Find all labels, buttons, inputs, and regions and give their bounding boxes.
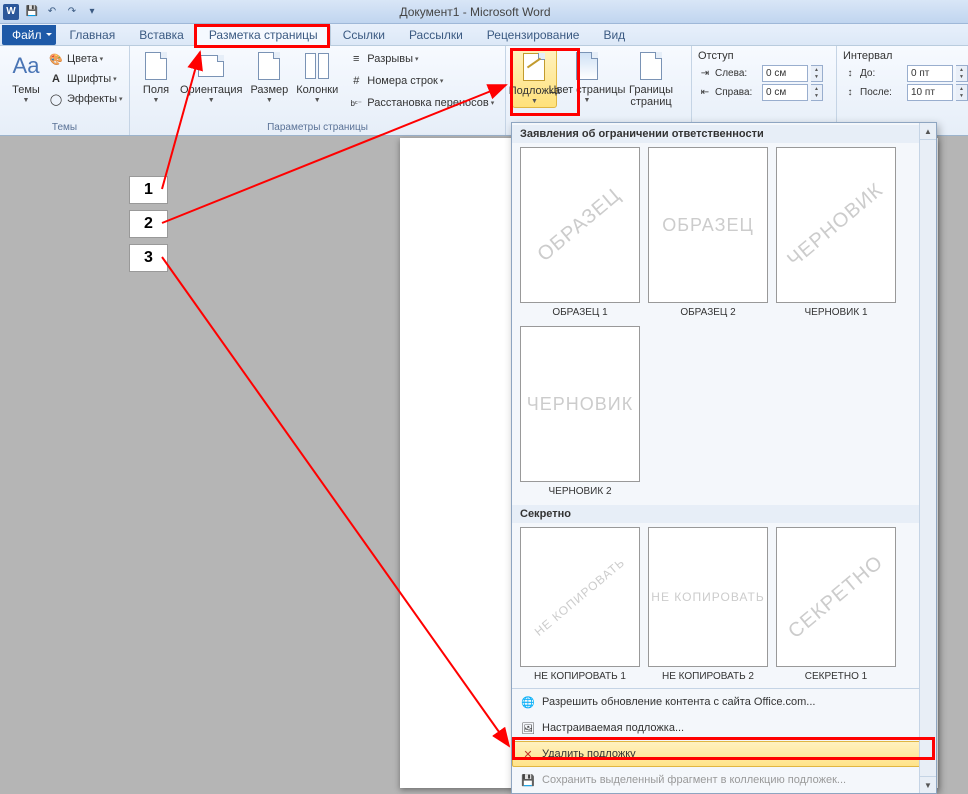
watermark-option[interactable]: ОБРАЗЕЦОБРАЗЕЦ 1 [520, 147, 640, 318]
hyphenation-icon: bᶜ⁻ [348, 95, 364, 111]
size-icon [258, 52, 280, 80]
gallery-footer: 🌐 Разрешить обновление контента с сайта … [512, 688, 936, 793]
themes-icon: Aa [10, 50, 42, 82]
watermark-option[interactable]: НЕ КОПИРОВАТЬНЕ КОПИРОВАТЬ 2 [648, 527, 768, 682]
save-icon[interactable]: 💾 [23, 3, 41, 21]
word-icon: W [3, 4, 19, 20]
indent-right-label: Справа: [715, 87, 759, 98]
columns-icon [305, 53, 329, 79]
globe-icon: 🌐 [520, 694, 536, 710]
group-page-setup-title: Параметры страницы [136, 121, 499, 134]
line-numbers-icon: # [348, 73, 364, 89]
titlebar: W 💾 ↶ ↷ ▾ Документ1 - Microsoft Word [0, 0, 968, 24]
tab-file[interactable]: Файл [2, 25, 56, 45]
spacing-before-icon: ↕ [843, 68, 857, 79]
group-themes-title: Темы [6, 121, 123, 134]
effects-icon: ◯ [48, 91, 64, 107]
scroll-up-icon[interactable]: ▲ [920, 123, 936, 140]
save-watermark-selection: 💾 Сохранить выделенный фрагмент в коллек… [512, 767, 936, 793]
group-themes: Aa Темы ▼ 🎨Цвета▾ AШрифты▾ ◯Эффекты▾ Тем… [0, 46, 130, 135]
gallery-section-disclaimers: Заявления об ограничении ответственности [512, 125, 936, 143]
watermark-option[interactable]: ОБРАЗЕЦОБРАЗЕЦ 2 [648, 147, 768, 318]
enable-office-updates[interactable]: 🌐 Разрешить обновление контента с сайта … [512, 689, 936, 715]
themes-button[interactable]: Aa Темы ▼ [6, 48, 46, 106]
spacing-before-value[interactable]: 0 пт [907, 65, 953, 82]
effects-button[interactable]: ◯Эффекты▾ [46, 90, 125, 108]
breaks-icon: ≡ [348, 51, 364, 67]
redo-icon[interactable]: ↷ [63, 3, 81, 21]
window-title: Документ1 - Microsoft Word [102, 5, 968, 19]
indent-left-icon: ⇥ [698, 68, 712, 79]
spacing-before-spinner[interactable]: ▲▼ [956, 65, 968, 82]
fonts-icon: A [48, 71, 64, 87]
tab-insert[interactable]: Вставка [127, 25, 196, 45]
watermark-caption: ОБРАЗЕЦ 2 [680, 307, 735, 318]
custom-watermark[interactable]: 🖼 Настраиваемая подложка... [512, 715, 936, 741]
colors-button[interactable]: 🎨Цвета▾ [46, 50, 125, 68]
group-page-setup: Поля▼ Ориентация▼ Размер▼ Колонки▼ ≡Разр… [130, 46, 506, 135]
page-color-button[interactable]: Цвет страницы▼ [557, 48, 617, 106]
colors-icon: 🎨 [48, 51, 64, 67]
watermark-caption: НЕ КОПИРОВАТЬ 1 [534, 671, 626, 682]
indent-left-label: Слева: [715, 68, 759, 79]
page-borders-icon [640, 52, 662, 80]
scroll-down-icon[interactable]: ▼ [920, 776, 936, 793]
undo-icon[interactable]: ↶ [43, 3, 61, 21]
indent-left-value[interactable]: 0 см [762, 65, 808, 82]
watermark-option[interactable]: НЕ КОПИРОВАТЬНЕ КОПИРОВАТЬ 1 [520, 527, 640, 682]
spacing-before-label: До: [860, 68, 904, 79]
indent-left-spinner[interactable]: ▲▼ [811, 65, 823, 82]
tab-mailings[interactable]: Рассылки [397, 25, 475, 45]
spacing-after-label: После: [860, 87, 904, 98]
tab-view[interactable]: Вид [591, 25, 637, 45]
watermark-caption: НЕ КОПИРОВАТЬ 2 [662, 671, 754, 682]
step-3: 3 [129, 244, 168, 272]
tab-home[interactable]: Главная [58, 25, 128, 45]
margins-icon [145, 52, 167, 80]
save-selection-icon: 💾 [520, 772, 536, 788]
tab-page-layout[interactable]: Разметка страницы [196, 24, 331, 45]
watermark-button[interactable]: Подложка▼ [512, 48, 557, 108]
watermark-icon [523, 53, 545, 81]
breaks-button[interactable]: ≡Разрывы▾ [346, 50, 496, 68]
watermark-caption: ЧЕРНОВИК 1 [804, 307, 867, 318]
watermark-option[interactable]: СЕКРЕТНОСЕКРЕТНО 1 [776, 527, 896, 682]
line-numbers-button[interactable]: #Номера строк▾ [346, 72, 496, 90]
custom-watermark-icon: 🖼 [520, 720, 536, 736]
watermark-caption: ЧЕРНОВИК 2 [548, 486, 611, 497]
spacing-heading: Интервал [843, 50, 892, 62]
spacing-after-spinner[interactable]: ▲▼ [956, 84, 968, 101]
indent-right-icon: ⇤ [698, 87, 712, 98]
orientation-icon [198, 55, 224, 77]
gallery-section-confidential: Секретно [512, 505, 936, 523]
tab-review[interactable]: Рецензирование [475, 25, 592, 45]
page-color-icon [576, 52, 598, 80]
remove-watermark[interactable]: ✕ Удалить подложку [512, 741, 936, 767]
indent-right-value[interactable]: 0 см [762, 84, 808, 101]
page-borders-button[interactable]: Границы страниц [617, 48, 685, 110]
spacing-after-icon: ↕ [843, 87, 857, 98]
fonts-button[interactable]: AШрифты▾ [46, 70, 125, 88]
watermark-caption: ОБРАЗЕЦ 1 [552, 307, 607, 318]
step-2: 2 [129, 210, 168, 238]
columns-button[interactable]: Колонки▼ [292, 48, 342, 106]
watermark-caption: СЕКРЕТНО 1 [805, 671, 868, 682]
indent-right-spinner[interactable]: ▲▼ [811, 84, 823, 101]
indent-heading: Отступ [698, 50, 734, 62]
spacing-after-value[interactable]: 10 пт [907, 84, 953, 101]
margins-button[interactable]: Поля▼ [136, 48, 176, 106]
watermark-gallery: ▲ ▼ Заявления об ограничении ответственн… [511, 122, 937, 794]
watermark-option[interactable]: ЧЕРНОВИКЧЕРНОВИК 1 [776, 147, 896, 318]
gallery-scrollbar[interactable]: ▲ ▼ [919, 123, 936, 793]
step-1: 1 [129, 176, 168, 204]
orientation-button[interactable]: Ориентация▼ [176, 48, 246, 106]
ribbon-tabs: Файл Главная Вставка Разметка страницы С… [0, 24, 968, 46]
qat-customize-icon[interactable]: ▾ [83, 3, 101, 21]
hyphenation-button[interactable]: bᶜ⁻Расстановка переносов▾ [346, 94, 496, 112]
watermark-option[interactable]: ЧЕРНОВИКЧЕРНОВИК 2 [520, 326, 640, 497]
delete-icon: ✕ [520, 746, 536, 762]
size-button[interactable]: Размер▼ [246, 48, 292, 106]
tab-references[interactable]: Ссылки [331, 25, 397, 45]
